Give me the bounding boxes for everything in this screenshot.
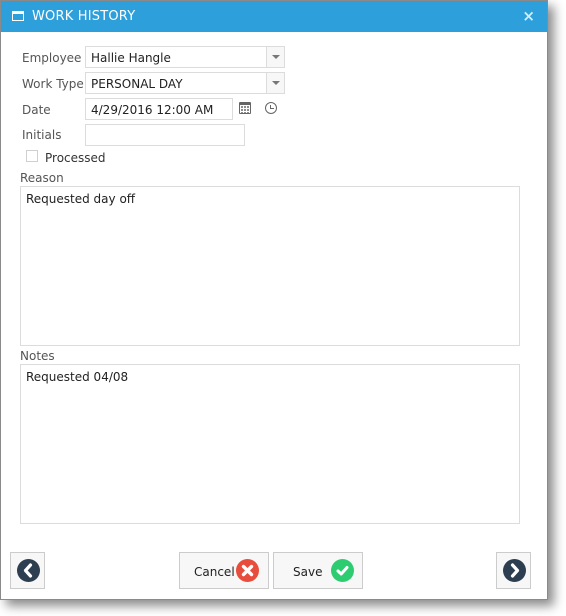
calendar-icon[interactable]: [239, 102, 251, 114]
cancel-button[interactable]: Cancel: [179, 552, 269, 589]
window-icon: [12, 11, 24, 21]
clock-icon[interactable]: [265, 102, 277, 114]
work-history-dialog: WORK HISTORY × Employee Hallie Hangle Wo…: [0, 0, 548, 600]
processed-checkbox[interactable]: [26, 150, 38, 162]
cancel-label: Cancel: [194, 565, 235, 579]
employee-value: Hallie Hangle: [91, 51, 171, 65]
initials-input[interactable]: [85, 124, 245, 146]
employee-dropdown-icon[interactable]: [266, 47, 284, 67]
notes-textarea[interactable]: Requested 04/08: [20, 364, 520, 524]
initials-label: Initials: [22, 128, 62, 142]
date-value: 4/29/2016 12:00 AM: [91, 103, 214, 117]
cancel-x-icon: [236, 559, 259, 582]
chevron-right-icon: [503, 559, 526, 582]
close-button[interactable]: ×: [522, 7, 535, 25]
title-bar: WORK HISTORY ×: [1, 1, 547, 32]
dialog-title: WORK HISTORY: [32, 9, 136, 24]
notes-label: Notes: [20, 349, 55, 363]
notes-value: Requested 04/08: [26, 370, 129, 384]
save-button[interactable]: Save: [273, 552, 363, 589]
processed-label: Processed: [45, 151, 106, 165]
reason-label: Reason: [20, 171, 64, 185]
next-button[interactable]: [496, 552, 531, 589]
date-input[interactable]: 4/29/2016 12:00 AM: [85, 98, 233, 120]
reason-value: Requested day off: [26, 192, 136, 206]
save-check-icon: [331, 559, 354, 582]
chevron-left-icon: [17, 559, 40, 582]
employee-select[interactable]: Hallie Hangle: [85, 46, 285, 68]
work-type-dropdown-icon[interactable]: [266, 73, 284, 93]
reason-textarea[interactable]: Requested day off: [20, 186, 520, 346]
save-label: Save: [293, 565, 323, 579]
work-type-value: PERSONAL DAY: [91, 77, 183, 91]
employee-label: Employee: [22, 51, 82, 65]
work-type-select[interactable]: PERSONAL DAY: [85, 72, 285, 94]
previous-button[interactable]: [10, 552, 45, 589]
date-label: Date: [22, 103, 51, 117]
work-type-label: Work Type: [22, 77, 84, 91]
